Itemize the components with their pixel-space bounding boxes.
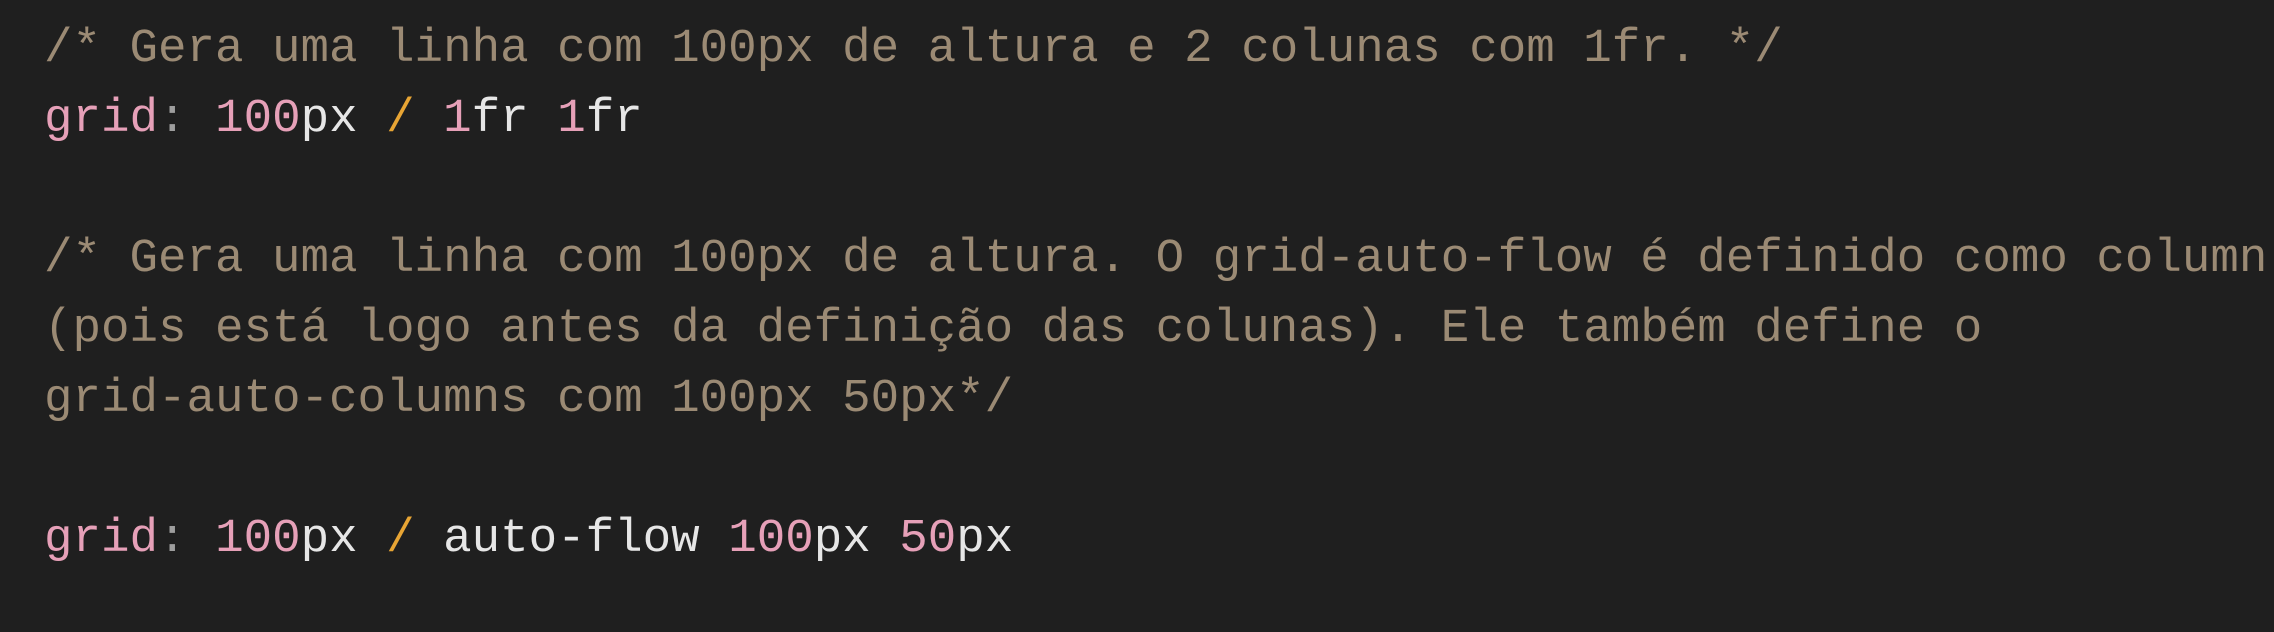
slash-separator: / xyxy=(386,512,415,566)
code-line-2: grid: 100px / 1fr 1fr xyxy=(44,84,2274,154)
property-name: grid xyxy=(44,512,159,566)
unit: px xyxy=(813,512,871,566)
keyword: auto-flow xyxy=(443,512,700,566)
number-value: 100 xyxy=(215,92,301,146)
code-line-5: (pois está logo antes da definição das c… xyxy=(44,294,2274,364)
unit: px xyxy=(300,92,358,146)
code-line-6: grid-auto-columns com 100px 50px*/ xyxy=(44,364,2274,434)
comment-text: /* Gera uma linha com 100px de altura. O… xyxy=(44,232,2268,286)
unit: fr xyxy=(585,92,643,146)
code-line-1: /* Gera uma linha com 100px de altura e … xyxy=(44,14,2274,84)
colon: : xyxy=(158,92,187,146)
comment-text: (pois está logo antes da definição das c… xyxy=(44,302,1983,356)
slash-separator: / xyxy=(386,92,415,146)
number-value: 50 xyxy=(899,512,957,566)
colon: : xyxy=(158,512,187,566)
comment-text: grid-auto-columns com 100px 50px*/ xyxy=(44,372,1014,426)
code-line-4: /* Gera uma linha com 100px de altura. O… xyxy=(44,224,2274,294)
unit: fr xyxy=(471,92,529,146)
unit: px xyxy=(300,512,358,566)
number-value: 100 xyxy=(728,512,814,566)
unit: px xyxy=(956,512,1014,566)
comment-text: /* Gera uma linha com 100px de altura e … xyxy=(44,22,1783,76)
number-value: 1 xyxy=(557,92,586,146)
code-block: /* Gera uma linha com 100px de altura e … xyxy=(0,0,2274,632)
code-line-8: grid: 100px / auto-flow 100px 50px xyxy=(44,504,2274,574)
number-value: 100 xyxy=(215,512,301,566)
number-value: 1 xyxy=(443,92,472,146)
property-name: grid xyxy=(44,92,159,146)
